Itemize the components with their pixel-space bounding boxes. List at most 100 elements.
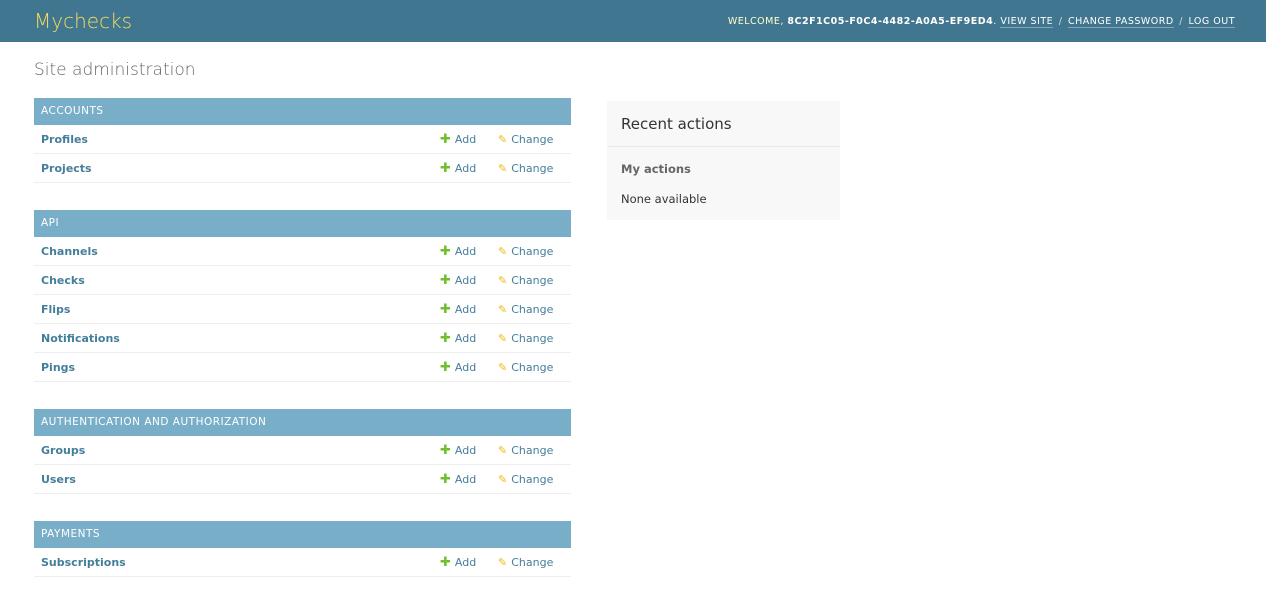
change-password-link[interactable]: Change password (1067, 15, 1174, 28)
plus-icon: ✚ (440, 359, 451, 375)
module-caption[interactable]: Payments (34, 521, 571, 548)
module-caption[interactable]: API (34, 210, 571, 237)
model-row: Notifications ✚ Add ✎ Change (34, 324, 571, 353)
model-link[interactable]: Notifications (41, 332, 440, 345)
log-out-link[interactable]: Log out (1188, 15, 1235, 28)
change-button[interactable]: ✎ Change (498, 444, 564, 457)
model-row: Profiles ✚ Add ✎ Change (34, 125, 571, 154)
module-payments: Payments Subscriptions ✚ Add ✎ Change (34, 521, 571, 577)
change-label: Change (511, 161, 554, 175)
add-button[interactable]: ✚ Add (440, 332, 498, 345)
change-button[interactable]: ✎ Change (498, 245, 564, 258)
site-brand[interactable]: Mychecks (34, 9, 132, 33)
none-available-text: None available (621, 192, 707, 206)
model-link[interactable]: Checks (41, 274, 440, 287)
change-button[interactable]: ✎ Change (498, 556, 564, 569)
change-button[interactable]: ✎ Change (498, 332, 564, 345)
content: Site administration Accounts Profiles ✚ Add… (0, 42, 1266, 604)
add-button[interactable]: ✚ Add (440, 274, 498, 287)
model-link[interactable]: Users (41, 473, 440, 486)
model-link[interactable]: Profiles (41, 133, 440, 146)
add-button[interactable]: ✚ Add (440, 303, 498, 316)
change-label: Change (511, 555, 554, 569)
model-link[interactable]: Flips (41, 303, 440, 316)
model-row: Pings ✚ Add ✎ Change (34, 353, 571, 382)
change-label: Change (511, 443, 554, 457)
pencil-icon: ✎ (498, 161, 508, 175)
pencil-icon: ✎ (498, 555, 508, 569)
change-button[interactable]: ✎ Change (498, 274, 564, 287)
pencil-icon: ✎ (498, 244, 508, 258)
add-label: Add (454, 472, 477, 486)
view-site-link[interactable]: View site (1000, 15, 1054, 28)
change-label: Change (511, 360, 554, 374)
model-link[interactable]: Groups (41, 444, 440, 457)
module-accounts: Accounts Profiles ✚ Add ✎ Change Projects ✚ Add ✎… (34, 98, 571, 183)
add-button[interactable]: ✚ Add (440, 162, 498, 175)
change-label: Change (511, 244, 554, 258)
module-authentication-and-authorization: Authentication and Authorization Groups ✚ A… (34, 409, 571, 494)
pencil-icon: ✎ (498, 472, 508, 486)
add-label: Add (454, 161, 477, 175)
separator: / (1179, 15, 1183, 27)
change-button[interactable]: ✎ Change (498, 133, 564, 146)
module-caption[interactable]: Authentication and Authorization (34, 409, 571, 436)
app-list: Accounts Profiles ✚ Add ✎ Change Projects ✚ Add ✎… (34, 98, 571, 577)
model-row: Checks ✚ Add ✎ Change (34, 266, 571, 295)
model-row: Channels ✚ Add ✎ Change (34, 237, 571, 266)
pencil-icon: ✎ (498, 443, 508, 457)
model-link[interactable]: Pings (41, 361, 440, 374)
change-button[interactable]: ✎ Change (498, 162, 564, 175)
module-caption[interactable]: Accounts (34, 98, 571, 125)
plus-icon: ✚ (440, 301, 451, 317)
plus-icon: ✚ (440, 272, 451, 288)
model-row: Flips ✚ Add ✎ Change (34, 295, 571, 324)
module-api: API Channels ✚ Add ✎ Change Checks ✚ Add ✎ Change F… (34, 210, 571, 382)
welcome-text: Welcome, (727, 15, 784, 27)
add-button[interactable]: ✚ Add (440, 133, 498, 146)
pencil-icon: ✎ (498, 132, 508, 146)
user-tools: Welcome, 8C2F1C05-F0C4-4482-A0A5-EF9ED4.… (727, 15, 1235, 28)
add-label: Add (454, 132, 477, 146)
header: Mychecks Welcome, 8C2F1C05-F0C4-4482-A0A… (0, 0, 1266, 42)
plus-icon: ✚ (440, 131, 451, 147)
add-label: Add (454, 302, 477, 316)
change-label: Change (511, 331, 554, 345)
plus-icon: ✚ (440, 243, 451, 259)
plus-icon: ✚ (440, 442, 451, 458)
model-link[interactable]: Channels (41, 245, 440, 258)
separator: / (1058, 15, 1063, 27)
add-label: Add (454, 273, 477, 287)
add-label: Add (454, 443, 477, 457)
add-button[interactable]: ✚ Add (440, 473, 498, 486)
add-label: Add (454, 555, 477, 569)
model-row: Groups ✚ Add ✎ Change (34, 436, 571, 465)
pencil-icon: ✎ (498, 331, 508, 345)
add-button[interactable]: ✚ Add (440, 556, 498, 569)
page-title: Site administration (34, 60, 196, 80)
add-button[interactable]: ✚ Add (440, 444, 498, 457)
add-label: Add (454, 360, 477, 374)
add-button[interactable]: ✚ Add (440, 361, 498, 374)
pencil-icon: ✎ (498, 360, 508, 374)
change-button[interactable]: ✎ Change (498, 303, 564, 316)
model-row: Projects ✚ Add ✎ Change (34, 154, 571, 183)
model-link[interactable]: Projects (41, 162, 440, 175)
change-button[interactable]: ✎ Change (498, 361, 564, 374)
add-label: Add (454, 331, 477, 345)
plus-icon: ✚ (440, 471, 451, 487)
model-link[interactable]: Subscriptions (41, 556, 440, 569)
change-label: Change (511, 132, 554, 146)
change-button[interactable]: ✎ Change (498, 473, 564, 486)
add-label: Add (454, 244, 477, 258)
change-label: Change (511, 302, 554, 316)
recent-actions-title: Recent actions (607, 101, 840, 147)
model-row: Users ✚ Add ✎ Change (34, 465, 571, 494)
recent-actions-panel: Recent actions My actions None available (607, 101, 840, 220)
plus-icon: ✚ (440, 554, 451, 570)
plus-icon: ✚ (440, 160, 451, 176)
model-row: Subscriptions ✚ Add ✎ Change (34, 548, 571, 577)
add-button[interactable]: ✚ Add (440, 245, 498, 258)
username: 8C2F1C05-F0C4-4482-A0A5-EF9ED4 (787, 15, 994, 27)
pencil-icon: ✎ (498, 302, 508, 316)
